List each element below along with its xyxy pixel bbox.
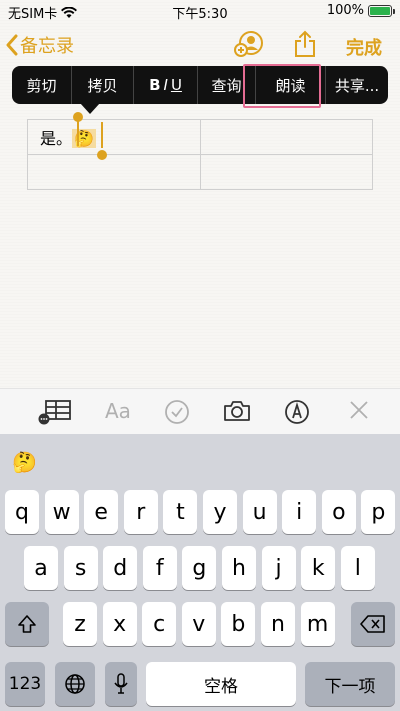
markup-icon[interactable] — [284, 399, 310, 429]
key-u[interactable]: u — [242, 490, 277, 534]
key-j[interactable]: j — [261, 546, 296, 590]
delete-key[interactable] — [351, 602, 395, 646]
key-w[interactable]: w — [44, 490, 79, 534]
key-h[interactable]: h — [222, 546, 256, 590]
next-key[interactable]: 下一项 — [305, 662, 395, 706]
table-cell[interactable]: 是。 🤔 — [27, 119, 201, 155]
key-x[interactable]: x — [102, 602, 137, 646]
key-e[interactable]: e — [84, 490, 119, 534]
space-key[interactable]: 空格 — [146, 662, 296, 706]
battery-icon — [368, 4, 395, 17]
microphone-icon — [114, 673, 128, 694]
key-z[interactable]: z — [63, 602, 97, 646]
menu-caret — [80, 103, 100, 114]
key-i[interactable]: i — [282, 490, 317, 534]
emoji-suggestion-row: 🤔 — [0, 434, 400, 486]
selection-end-handle[interactable] — [97, 150, 107, 160]
back-label: 备忘录 — [20, 36, 74, 57]
key-l[interactable]: l — [340, 546, 375, 590]
table-cell[interactable] — [200, 154, 373, 190]
checklist-icon[interactable] — [164, 399, 190, 429]
close-icon[interactable] — [348, 399, 370, 425]
key-b[interactable]: b — [221, 602, 256, 646]
key-n[interactable]: n — [261, 602, 295, 646]
selection-start-line — [77, 120, 79, 146]
delete-icon — [360, 615, 385, 633]
chevron-left-icon — [6, 34, 18, 56]
key-c[interactable]: c — [142, 602, 177, 646]
back-button[interactable]: 备忘录 — [6, 32, 74, 58]
numbers-key[interactable]: 123 — [5, 662, 45, 706]
key-o[interactable]: o — [321, 490, 356, 534]
menu-item-cut[interactable]: 剪切 — [12, 66, 72, 104]
key-t[interactable]: t — [163, 490, 198, 534]
key-q[interactable]: q — [5, 490, 39, 534]
speak-highlight-box — [243, 64, 321, 108]
edit-menu: 剪切 拷贝 BIU 查询 朗读 共享... — [12, 66, 388, 104]
dictation-key[interactable] — [105, 662, 137, 706]
selected-emoji[interactable]: 🤔 — [72, 129, 96, 148]
key-s[interactable]: s — [63, 546, 98, 590]
notes-toolbar: Aa — [0, 388, 400, 434]
globe-key[interactable] — [55, 662, 95, 706]
status-bar: 无SIM卡 下午5:30 100% — [0, 0, 400, 22]
key-m[interactable]: m — [300, 602, 335, 646]
key-f[interactable]: f — [142, 546, 177, 590]
selection-end-line — [101, 122, 103, 148]
battery-percent: 100% — [326, 3, 364, 18]
share-icon[interactable] — [294, 30, 316, 62]
key-a[interactable]: a — [24, 546, 58, 590]
keyboard: 🤔 q w e r t y u i o p a s d f g h j k l z x c v b n m 123 空格 下一项 — [0, 434, 400, 711]
key-p[interactable]: p — [361, 490, 396, 534]
table-cell[interactable] — [200, 119, 373, 155]
key-d[interactable]: d — [103, 546, 138, 590]
key-v[interactable]: v — [181, 602, 216, 646]
key-k[interactable]: k — [301, 546, 336, 590]
emoji-suggestion[interactable]: 🤔 — [12, 450, 37, 474]
add-person-icon[interactable] — [234, 30, 264, 62]
key-g[interactable]: g — [182, 546, 217, 590]
menu-item-format[interactable]: BIU — [134, 66, 198, 104]
globe-icon — [65, 674, 85, 694]
format-icon[interactable]: Aa — [105, 399, 131, 423]
camera-icon[interactable] — [223, 399, 251, 427]
menu-item-share[interactable]: 共享... — [326, 66, 388, 104]
table-cell[interactable] — [27, 154, 201, 190]
done-button[interactable]: 完成 — [346, 34, 382, 60]
cell-text: 是。 — [40, 129, 73, 148]
shift-icon — [18, 615, 36, 633]
nav-bar: 备忘录 完成 — [0, 28, 400, 64]
key-y[interactable]: y — [203, 490, 237, 534]
table-icon[interactable] — [38, 399, 72, 429]
menu-item-copy[interactable]: 拷贝 — [72, 66, 134, 104]
key-r[interactable]: r — [123, 490, 158, 534]
shift-key[interactable] — [5, 602, 49, 646]
